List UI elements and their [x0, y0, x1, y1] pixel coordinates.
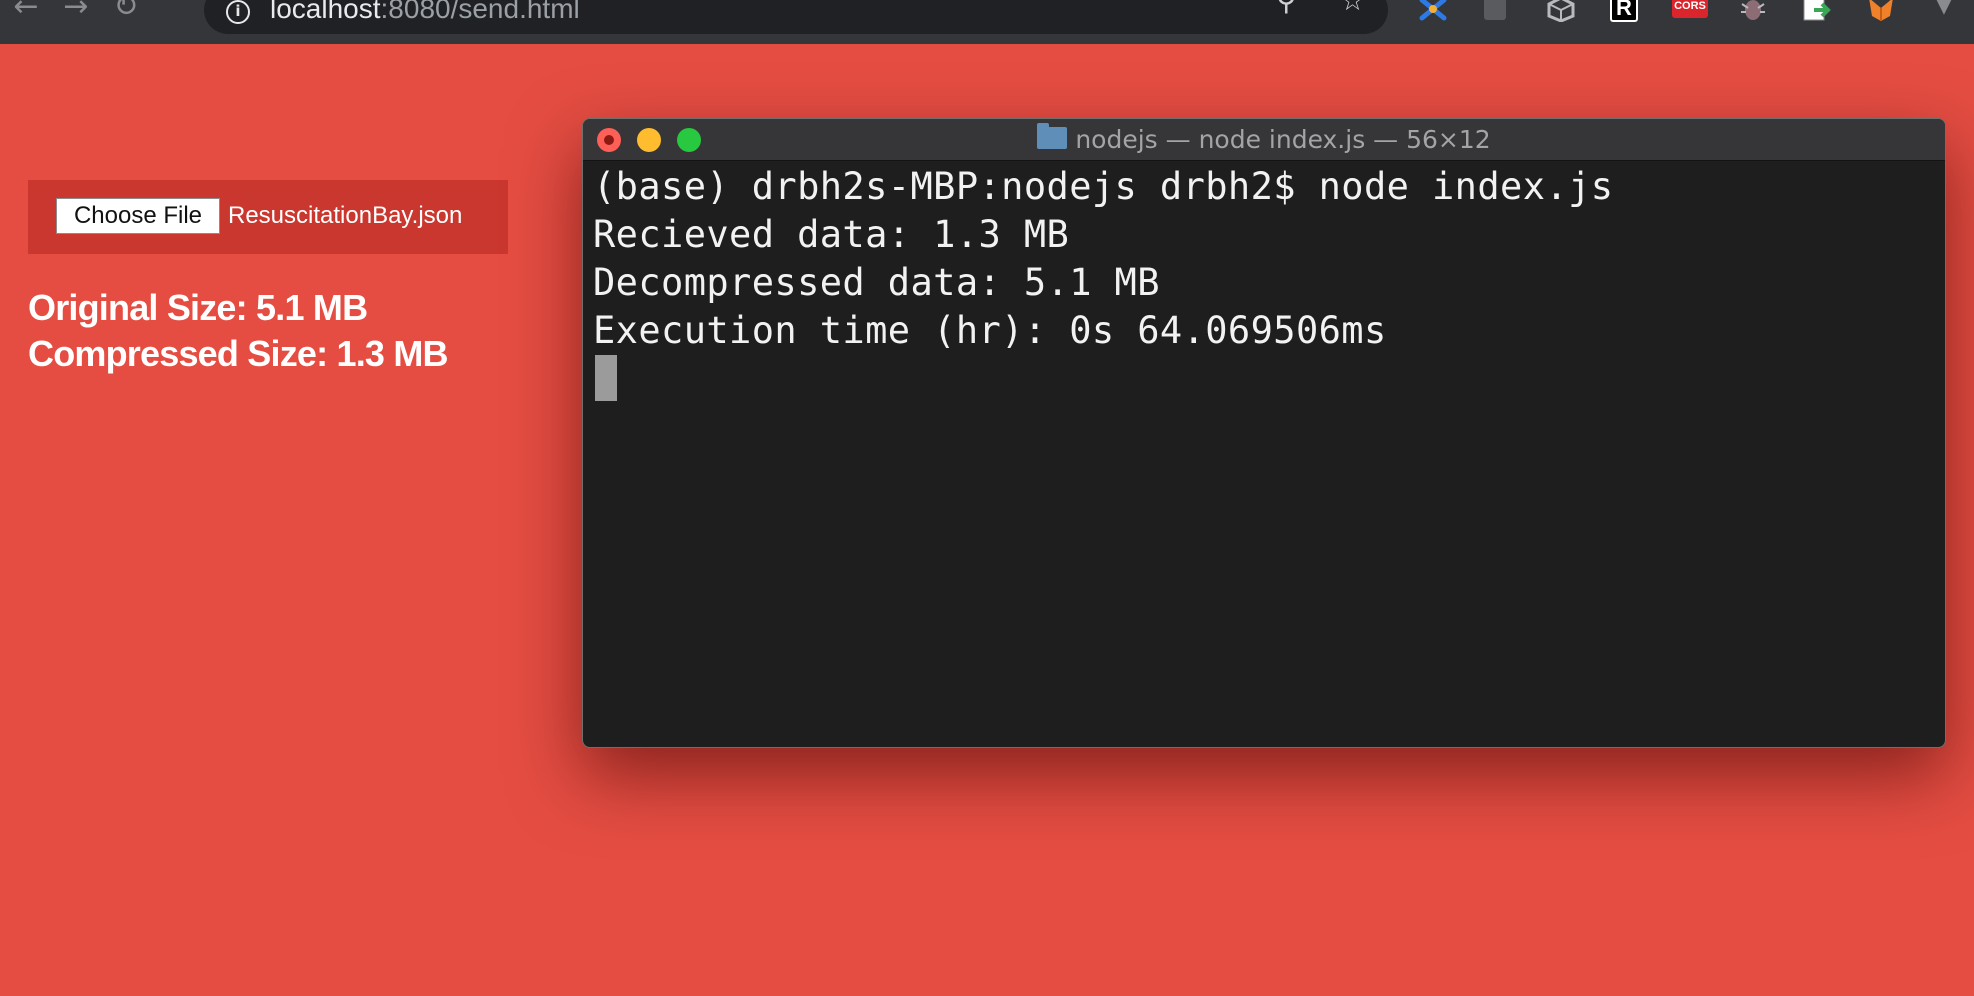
terminal-output[interactable]: (base) drbh2s-MBP:nodejs drbh2$ node ind… [593, 163, 1935, 747]
maximize-window-button[interactable] [677, 128, 701, 152]
original-size-label: Original Size: 5.1 MB [28, 287, 368, 328]
terminal-title: nodejs — node index.js — 56×12 [1075, 125, 1491, 154]
browser-toolbar: ← → ↻ i localhost:8080/send.html ⚲ ☆ R C… [0, 0, 1974, 44]
bookmark-star-icon[interactable]: ☆ [1340, 0, 1365, 15]
url-text[interactable]: localhost:8080/send.html [270, 0, 580, 24]
selected-file-name: ResuscitationBay.json [228, 202, 463, 229]
url-path: :8080/send.html [380, 0, 580, 24]
address-bar[interactable]: i localhost:8080/send.html ⚲ ☆ [204, 0, 1388, 34]
cube-extension-icon[interactable] [1546, 0, 1576, 23]
export-extension-icon[interactable] [1802, 0, 1832, 22]
pinwheel-extension-icon[interactable] [1418, 0, 1448, 22]
fox-extension-icon[interactable] [1866, 0, 1896, 22]
close-window-button[interactable] [597, 128, 621, 152]
file-upload-panel: Choose File ResuscitationBay.json [28, 180, 508, 254]
choose-file-button[interactable]: Choose File [56, 198, 220, 234]
terminal-line: Execution time (hr): 0s 64.069506ms [593, 309, 1387, 352]
terminal-line: (base) drbh2s-MBP:nodejs drbh2$ node ind… [593, 165, 1614, 208]
puzzle-extension-icon[interactable] [1484, 0, 1506, 20]
terminal-line: Recieved data: 1.3 MB [593, 213, 1070, 256]
extension-menu-icon[interactable]: ▼ [1924, 0, 1964, 22]
site-info-icon[interactable]: i [226, 0, 250, 24]
forward-arrow-icon[interactable]: → [56, 0, 96, 22]
cors-extension-icon[interactable]: CORS [1672, 0, 1708, 18]
terminal-window[interactable]: nodejs — node index.js — 56×12 (base) dr… [582, 118, 1946, 748]
terminal-cursor [595, 355, 617, 401]
r-extension-icon[interactable]: R [1610, 0, 1638, 22]
back-arrow-icon[interactable]: ← [6, 0, 46, 22]
bug-extension-icon[interactable] [1738, 0, 1768, 22]
close-icon [604, 135, 614, 145]
minimize-window-button[interactable] [637, 128, 661, 152]
reload-icon[interactable]: ↻ [106, 0, 146, 22]
zoom-icon[interactable]: ⚲ [1276, 0, 1297, 15]
url-host: localhost [270, 0, 381, 24]
folder-icon [1037, 123, 1068, 149]
terminal-title-bar[interactable]: nodejs — node index.js — 56×12 [583, 119, 1945, 161]
terminal-line: Decompressed data: 5.1 MB [593, 261, 1160, 304]
compressed-size-label: Compressed Size: 1.3 MB [28, 333, 449, 374]
